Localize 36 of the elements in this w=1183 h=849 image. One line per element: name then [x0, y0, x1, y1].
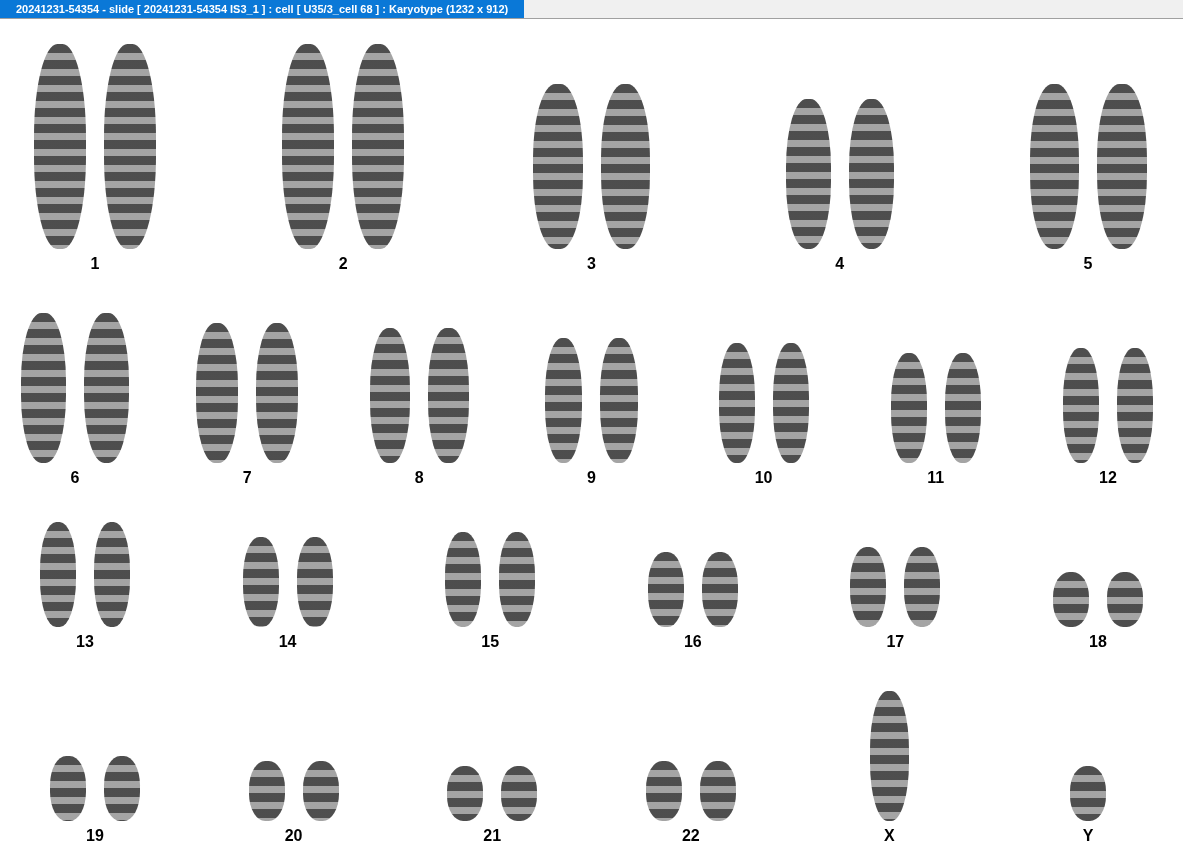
chromosome-number: X — [884, 827, 895, 845]
chromosome-number: 7 — [242, 469, 252, 487]
chromosome-number: Y — [1082, 827, 1094, 845]
chromosome-image — [501, 766, 538, 821]
chromosome-number: 13 — [76, 633, 94, 651]
chromosome-image — [50, 756, 86, 821]
chromosome-number: 20 — [284, 827, 303, 845]
chromosome-number: 9 — [587, 469, 596, 487]
chromosome-number: 6 — [70, 469, 80, 487]
chromosome-image — [104, 756, 140, 821]
chromosome-number: 12 — [1099, 469, 1117, 487]
chromosome-number: 2 — [338, 255, 348, 273]
chromosome-image — [248, 761, 285, 821]
chromosome-number: 8 — [414, 469, 424, 487]
chromosome-number: 14 — [278, 633, 297, 651]
chromosome-number: 17 — [886, 633, 905, 651]
chromosome-number: 21 — [483, 827, 502, 845]
window-title: 20241231-54354 - slide [ 20241231-54354 IS3_1 ] : cell [ U35/3_cell 68 ] : Karyotype (1232 x 912) — [0, 0, 525, 18]
chromosome-number: 1 — [90, 255, 100, 273]
chromosome-number: 16 — [683, 633, 702, 651]
chromosome-image — [302, 761, 339, 821]
chromosome-image — [699, 761, 736, 821]
chromosome-number: 11 — [927, 469, 945, 487]
chromosome-image — [1106, 572, 1143, 627]
chromosome-image — [1052, 572, 1089, 627]
chromosome-number: 18 — [1089, 633, 1107, 651]
chromosome-number: 5 — [1083, 255, 1093, 273]
chromosome-image — [645, 761, 682, 821]
chromosome-number: 22 — [681, 827, 700, 845]
chromosome-image — [1069, 766, 1106, 821]
chromosome-image — [447, 766, 484, 821]
chromosome-number: 3 — [587, 255, 596, 273]
chromosome-number: 4 — [835, 255, 845, 273]
chromosome-number: 19 — [86, 827, 104, 845]
chromosome-number: 10 — [754, 469, 773, 487]
chromosome-number: 15 — [481, 633, 500, 651]
